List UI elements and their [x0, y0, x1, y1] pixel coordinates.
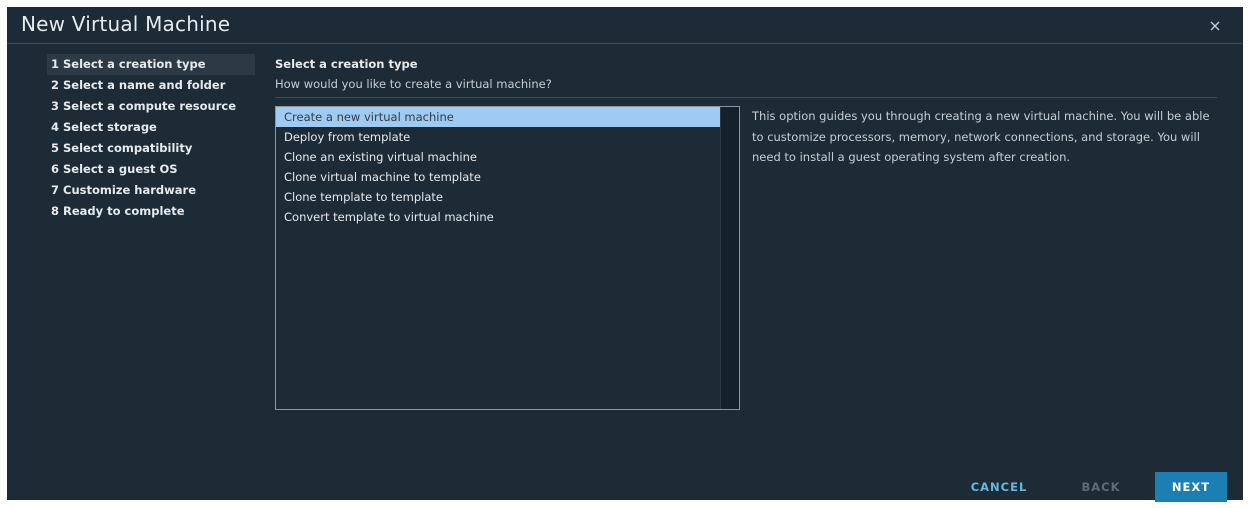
- next-button[interactable]: NEXT: [1155, 472, 1227, 502]
- option-clone-template-to-template[interactable]: Clone template to template: [276, 187, 721, 207]
- step-select-compatibility[interactable]: 5 Select compatibility: [47, 138, 255, 159]
- section-divider: [275, 97, 1217, 98]
- step-select-creation-type[interactable]: 1 Select a creation type: [47, 54, 255, 75]
- step-select-guest-os[interactable]: 6 Select a guest OS: [47, 159, 255, 180]
- option-description: This option guides you through creating …: [752, 109, 1210, 164]
- step-select-name-and-folder[interactable]: 2 Select a name and folder: [47, 75, 255, 96]
- step-select-storage[interactable]: 4 Select storage: [47, 117, 255, 138]
- section-title: Select a creation type: [275, 57, 418, 71]
- back-button[interactable]: BACK: [1067, 472, 1135, 502]
- list-scrollbar[interactable]: [720, 107, 739, 409]
- creation-type-list[interactable]: Create a new virtual machine Deploy from…: [275, 106, 740, 410]
- wizard-steps: 1 Select a creation type 2 Select a name…: [47, 54, 255, 222]
- option-clone-existing-vm[interactable]: Clone an existing virtual machine: [276, 147, 721, 167]
- step-content-header: Select a creation type How would you lik…: [275, 54, 1217, 98]
- step-ready-to-complete[interactable]: 8 Ready to complete: [47, 201, 255, 222]
- dialog-titlebar: New Virtual Machine: [7, 7, 1243, 44]
- step-select-compute-resource[interactable]: 3 Select a compute resource: [47, 96, 255, 117]
- cancel-button[interactable]: CANCEL: [963, 472, 1035, 502]
- section-subtitle: How would you like to create a virtual m…: [275, 77, 552, 91]
- option-create-new-vm[interactable]: Create a new virtual machine: [276, 107, 721, 127]
- step-customize-hardware[interactable]: 7 Customize hardware: [47, 180, 255, 201]
- dialog-title: New Virtual Machine: [21, 12, 231, 36]
- close-icon[interactable]: [1207, 18, 1223, 34]
- option-clone-vm-to-template[interactable]: Clone virtual machine to template: [276, 167, 721, 187]
- option-convert-template-to-vm[interactable]: Convert template to virtual machine: [276, 207, 721, 227]
- option-deploy-from-template[interactable]: Deploy from template: [276, 127, 721, 147]
